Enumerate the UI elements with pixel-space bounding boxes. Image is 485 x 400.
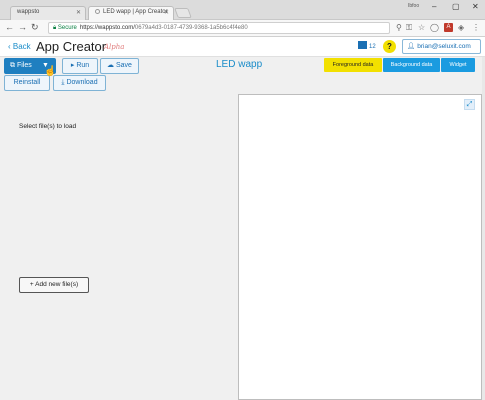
url-host: https://wappsto.com/ <box>79 25 135 31</box>
play-icon: ▸ <box>70 62 75 69</box>
reload-icon[interactable]: ↻ <box>31 22 39 33</box>
expand-icon[interactable]: ⤢ <box>464 99 475 110</box>
wapp-title: LED wapp <box>216 59 263 70</box>
favicon-icon <box>95 9 100 14</box>
extension-icon[interactable]: A <box>444 23 453 32</box>
maximize-icon[interactable]: ▢ <box>452 2 460 11</box>
app-title: App Creator <box>36 39 107 54</box>
browser-tabstrip: wappsto ✕ LED wapp | App Creator ✕ Ibfoo… <box>0 0 485 20</box>
files-panel: Select file(s) to load + Add new file(s) <box>0 94 236 400</box>
forward-arrow-icon[interactable]: → <box>18 22 27 32</box>
user-icon: 👤︎ <box>407 43 416 50</box>
run-label: Run <box>76 62 90 69</box>
save-label: Save <box>115 62 132 69</box>
foreground-data-tab[interactable]: Foreground data <box>324 58 382 72</box>
help-button[interactable]: ? <box>383 40 396 53</box>
back-arrow-icon[interactable]: ← <box>5 22 14 32</box>
key-icon[interactable]: ⚿ <box>406 23 412 33</box>
extension-puzzle-icon[interactable]: ◈ <box>458 23 464 32</box>
notification-count: 12 <box>369 44 376 50</box>
add-new-file-button[interactable]: + Add new file(s) <box>19 277 89 293</box>
preview-panel: ⤢ <box>238 94 482 400</box>
browser-toolbar: ← → ↻ 🔒︎ Secure https://wappsto.com/0679a… <box>0 20 485 37</box>
download-label: Download <box>66 79 98 86</box>
user-menu[interactable]: 👤︎ brian@seluxit.com <box>402 39 481 54</box>
alpha-badge: Alpha <box>104 43 125 51</box>
reinstall-button[interactable]: Reinstall <box>4 75 50 91</box>
bookmark-star-icon[interactable]: ☆ <box>418 23 425 32</box>
hand-cursor-icon: ☝ <box>44 66 57 77</box>
user-email: brian@seluxit.com <box>417 43 471 50</box>
close-window-icon[interactable]: ✕ <box>472 2 479 11</box>
tab-title: LED wapp | App Creator <box>103 9 168 15</box>
new-tab-button[interactable] <box>174 8 192 18</box>
download-button[interactable]: ⤓ Download <box>53 75 106 91</box>
back-label: Back <box>12 42 31 51</box>
url-path: 0679a4d3-0187-4739-9368-1a5b6c4f4e80 <box>134 25 248 31</box>
menu-dots-icon[interactable]: ⋮ <box>472 23 480 32</box>
widget-tab[interactable]: Widget <box>441 58 475 72</box>
secure-label: Secure <box>57 25 77 31</box>
app-header: ‹ Back App Creator Alpha 12 ? 👤︎ brian@se… <box>0 37 485 57</box>
cloud-icon: ☁ <box>107 62 115 69</box>
zoom-icon[interactable]: ⚲ <box>396 23 402 32</box>
notifications-icon <box>358 41 367 49</box>
files-label: Files <box>16 62 32 69</box>
close-tab-icon[interactable]: ✕ <box>164 9 169 16</box>
download-icon: ⤓ <box>61 79 65 86</box>
back-link[interactable]: ‹ Back <box>8 42 31 51</box>
browser-tab-wappsto[interactable]: wappsto ✕ <box>10 6 86 20</box>
address-input[interactable]: 🔒︎ Secure https://wappsto.com/0679a4d3-01… <box>48 22 390 34</box>
browser-tab-led-wapp[interactable]: LED wapp | App Creator ✕ <box>88 6 174 20</box>
tab-title: wappsto <box>17 9 40 15</box>
run-button[interactable]: ▸ Run <box>62 58 98 74</box>
background-data-tab[interactable]: Background data <box>383 58 440 72</box>
files-icon: ⧉ <box>10 62 15 69</box>
window-user-label: Ibfoo <box>408 3 420 9</box>
save-button[interactable]: ☁ Save <box>100 58 139 74</box>
empty-files-message: Select file(s) to load <box>19 123 77 130</box>
extension-ring-icon[interactable]: ◯ <box>430 23 439 32</box>
lock-icon: 🔒︎ <box>53 25 57 31</box>
minimize-icon[interactable]: – <box>432 2 436 11</box>
close-tab-icon[interactable]: ✕ <box>76 9 81 16</box>
notifications-button[interactable]: 12 <box>358 41 376 50</box>
